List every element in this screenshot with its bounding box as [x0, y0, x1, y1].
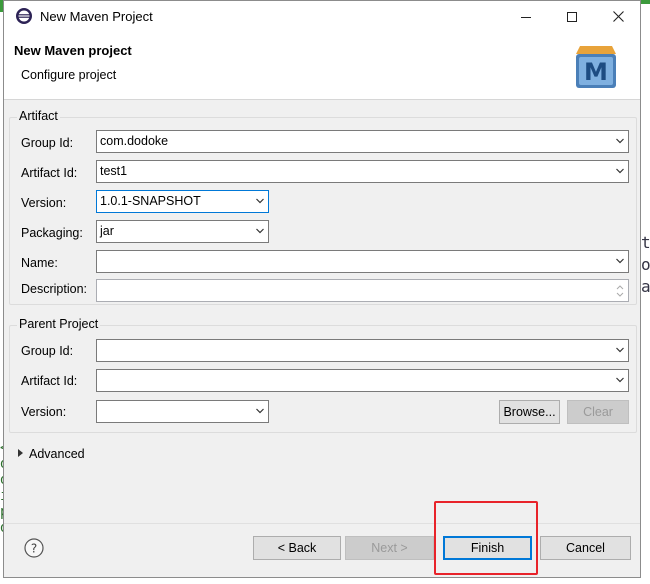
next-button[interactable]: Next >: [345, 536, 434, 560]
name-combo[interactable]: [96, 250, 629, 273]
version-label: Version:: [21, 196, 67, 210]
packaging-combo[interactable]: jar: [96, 220, 269, 243]
minimize-button[interactable]: [503, 1, 549, 32]
chevron-down-icon: [256, 228, 264, 234]
parent-artifact-id-combo[interactable]: [96, 369, 629, 392]
maximize-icon: [567, 11, 577, 22]
wizard-header: New Maven project Configure project M: [4, 32, 640, 100]
finish-highlight-annotation: [434, 501, 538, 575]
packaging-value: jar: [100, 224, 114, 238]
advanced-label: Advanced: [29, 447, 85, 461]
help-icon[interactable]: ?: [24, 538, 44, 558]
window-title: New Maven Project: [40, 9, 153, 24]
footer-separator: [4, 523, 640, 524]
eclipse-app-icon: [16, 8, 32, 24]
artifact-id-value: test1: [100, 164, 128, 178]
svg-text:?: ?: [31, 542, 37, 556]
chevron-down-icon: [616, 168, 624, 174]
group-id-label: Group Id:: [21, 136, 74, 150]
description-textarea[interactable]: [96, 279, 629, 302]
chevron-down-icon: [256, 198, 264, 204]
version-combo[interactable]: 1.0.1-SNAPSHOT: [96, 190, 269, 213]
artifact-id-combo[interactable]: test1: [96, 160, 629, 183]
new-maven-project-dialog: New Maven Project New Maven project Conf…: [3, 0, 641, 578]
parent-version-label: Version:: [21, 405, 67, 419]
close-button[interactable]: [595, 1, 641, 32]
chevron-down-icon: [616, 377, 624, 383]
chevron-down-icon: [256, 408, 264, 414]
background-editor-fragment: toa: [641, 233, 650, 296]
parent-artifact-id-label: Artifact Id:: [21, 374, 78, 388]
parent-version-combo[interactable]: [96, 400, 269, 423]
wizard-title: New Maven project: [14, 43, 132, 58]
version-value: 1.0.1-SNAPSHOT: [100, 194, 201, 208]
maven-logo-icon: M: [576, 46, 616, 88]
wizard-subtitle: Configure project: [21, 68, 117, 82]
chevron-down-icon: [616, 258, 624, 264]
expand-triangle-icon: [18, 449, 23, 457]
background-editor-fragment: [640, 0, 650, 4]
parent-project-group-label: Parent Project: [17, 317, 101, 331]
back-button[interactable]: < Back: [253, 536, 341, 560]
parent-group-id-label: Group Id:: [21, 344, 74, 358]
title-bar: New Maven Project: [4, 1, 640, 32]
chevron-down-icon: [616, 347, 624, 353]
browse-button[interactable]: Browse...: [499, 400, 560, 424]
artifact-group-label: Artifact: [17, 109, 60, 123]
group-id-value: com.dodoke: [100, 134, 169, 148]
close-icon: [612, 11, 624, 22]
parent-group-id-combo[interactable]: [96, 339, 629, 362]
clear-button[interactable]: Clear: [567, 400, 629, 424]
minimize-icon: [521, 16, 531, 18]
packaging-label: Packaging:: [21, 226, 83, 240]
cancel-button[interactable]: Cancel: [540, 536, 631, 560]
advanced-section-toggle[interactable]: Advanced: [18, 447, 85, 461]
svg-text:M: M: [584, 58, 608, 86]
scroll-arrows-icon[interactable]: [615, 282, 625, 300]
chevron-down-icon: [616, 138, 624, 144]
artifact-id-label: Artifact Id:: [21, 166, 78, 180]
maximize-button[interactable]: [549, 1, 595, 32]
name-label: Name:: [21, 256, 58, 270]
group-id-combo[interactable]: com.dodoke: [96, 130, 629, 153]
description-label: Description:: [21, 282, 87, 296]
